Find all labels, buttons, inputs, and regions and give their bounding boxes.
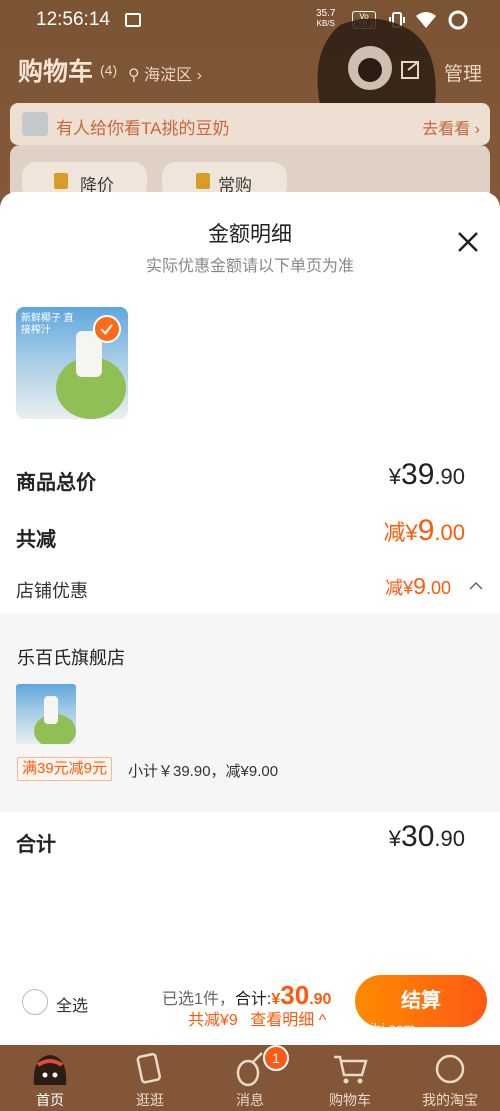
- location-pin-icon: ⚲: [128, 67, 140, 84]
- tab-bar: 首页 逛逛 消息 购物车 我的淘宝: [0, 1045, 500, 1111]
- select-all-label[interactable]: 全选: [56, 992, 88, 1016]
- watermark: zhizhibi.com: [338, 1020, 416, 1036]
- tab-profile-label: 我的淘宝: [422, 1092, 478, 1108]
- home-cat-icon: [33, 1055, 67, 1085]
- total-reduce-row: 共减 减¥9.00: [16, 514, 485, 552]
- promo-thumbnail: [22, 112, 48, 136]
- discover-icon: [136, 1052, 162, 1084]
- cart-title: 购物车: [18, 58, 94, 86]
- product-image-text: 新鲜椰子 直接榨汁: [21, 313, 74, 336]
- saving-summary[interactable]: 共减¥9 查看明细 ^: [188, 1006, 326, 1030]
- saving-text: 共减¥9: [188, 1012, 238, 1029]
- location-selector[interactable]: ⚲ 海淀区 ›: [128, 61, 202, 85]
- amount-detail-sheet: 金额明细 实际优惠金额请以下单页为准 新鲜椰子 直接榨汁 商品总价 ¥39.90…: [0, 192, 500, 1045]
- view-detail-link[interactable]: 查看明细: [250, 1012, 314, 1029]
- promo-banner[interactable]: 有人给你看TA挑的豆奶 去看看 ›: [10, 103, 490, 145]
- promo-text: 有人给你看TA挑的豆奶: [56, 119, 230, 138]
- store-name: 乐百氏旗舰店: [17, 648, 125, 668]
- cart-count: (4): [100, 62, 118, 78]
- promo-link[interactable]: 去看看 ›: [422, 115, 480, 139]
- chevron-up-icon[interactable]: [469, 581, 483, 591]
- checkout-bar: 全选 已选1件，合计:¥30.90 共减¥9 查看明细 ^ 结算: [0, 960, 500, 1045]
- location-label: 海淀区: [144, 67, 193, 84]
- store-subtotal: 小计￥39.90，减¥9.00: [128, 763, 279, 780]
- sum-row: 合计 ¥30.90: [16, 820, 485, 857]
- total-reduce-amount: 减¥9.00: [383, 514, 465, 547]
- sum-label: 合计: [16, 834, 56, 856]
- chevron-up-small-icon: ^: [318, 1012, 327, 1029]
- thumb-bottle-shape: [44, 696, 58, 724]
- close-icon[interactable]: [456, 230, 480, 254]
- sheet-title: 金额明细: [208, 223, 292, 246]
- tab-cart-label: 购物车: [329, 1092, 371, 1108]
- battery-icon: [448, 10, 468, 30]
- sum-amount: ¥30.90: [388, 820, 465, 853]
- store-discount-label: 店铺优惠: [16, 581, 88, 601]
- price-drop-icon: [54, 173, 68, 189]
- mascot-cat-illustration: [317, 18, 436, 105]
- store-detail-box: 乐百氏旗舰店 满39元减9元 小计￥39.90，减¥9.00: [0, 614, 500, 812]
- share-icon[interactable]: [400, 60, 422, 82]
- total-price-label: 商品总价: [16, 472, 96, 494]
- total-reduce-label: 共减: [16, 529, 56, 551]
- profile-icon: [435, 1054, 465, 1084]
- cart-small-icon: [196, 173, 210, 189]
- sheet-subtitle: 实际优惠金额请以下单页为准: [145, 258, 354, 275]
- tab-discover[interactable]: 逛逛: [100, 1045, 200, 1111]
- tab-home[interactable]: 首页: [0, 1045, 100, 1111]
- message-badge: 1: [263, 1045, 289, 1071]
- tab-home-label: 首页: [36, 1092, 64, 1108]
- tab-profile[interactable]: 我的淘宝: [400, 1045, 500, 1111]
- chevron-right-icon: ›: [196, 67, 202, 84]
- status-time: 12:56:14: [36, 9, 110, 30]
- total-price-row: 商品总价 ¥39.90: [16, 458, 485, 495]
- tab-cart[interactable]: 购物车: [300, 1045, 400, 1111]
- tab-messages-label: 消息: [236, 1092, 264, 1108]
- store-discount-row[interactable]: 店铺优惠 减¥9.00: [16, 573, 485, 603]
- select-all-radio[interactable]: [22, 989, 48, 1015]
- store-product-thumbnail[interactable]: [16, 684, 76, 744]
- cart-icon: [334, 1055, 368, 1084]
- total-price-amount: ¥39.90: [388, 458, 465, 491]
- manage-button[interactable]: 管理: [444, 59, 482, 86]
- tab-discover-label: 逛逛: [136, 1092, 164, 1108]
- image-notification-icon: [125, 13, 141, 27]
- checked-icon[interactable]: [93, 315, 121, 343]
- discount-tag: 满39元减9元: [17, 757, 113, 781]
- store-discount-amount: 减¥9.00: [385, 573, 451, 599]
